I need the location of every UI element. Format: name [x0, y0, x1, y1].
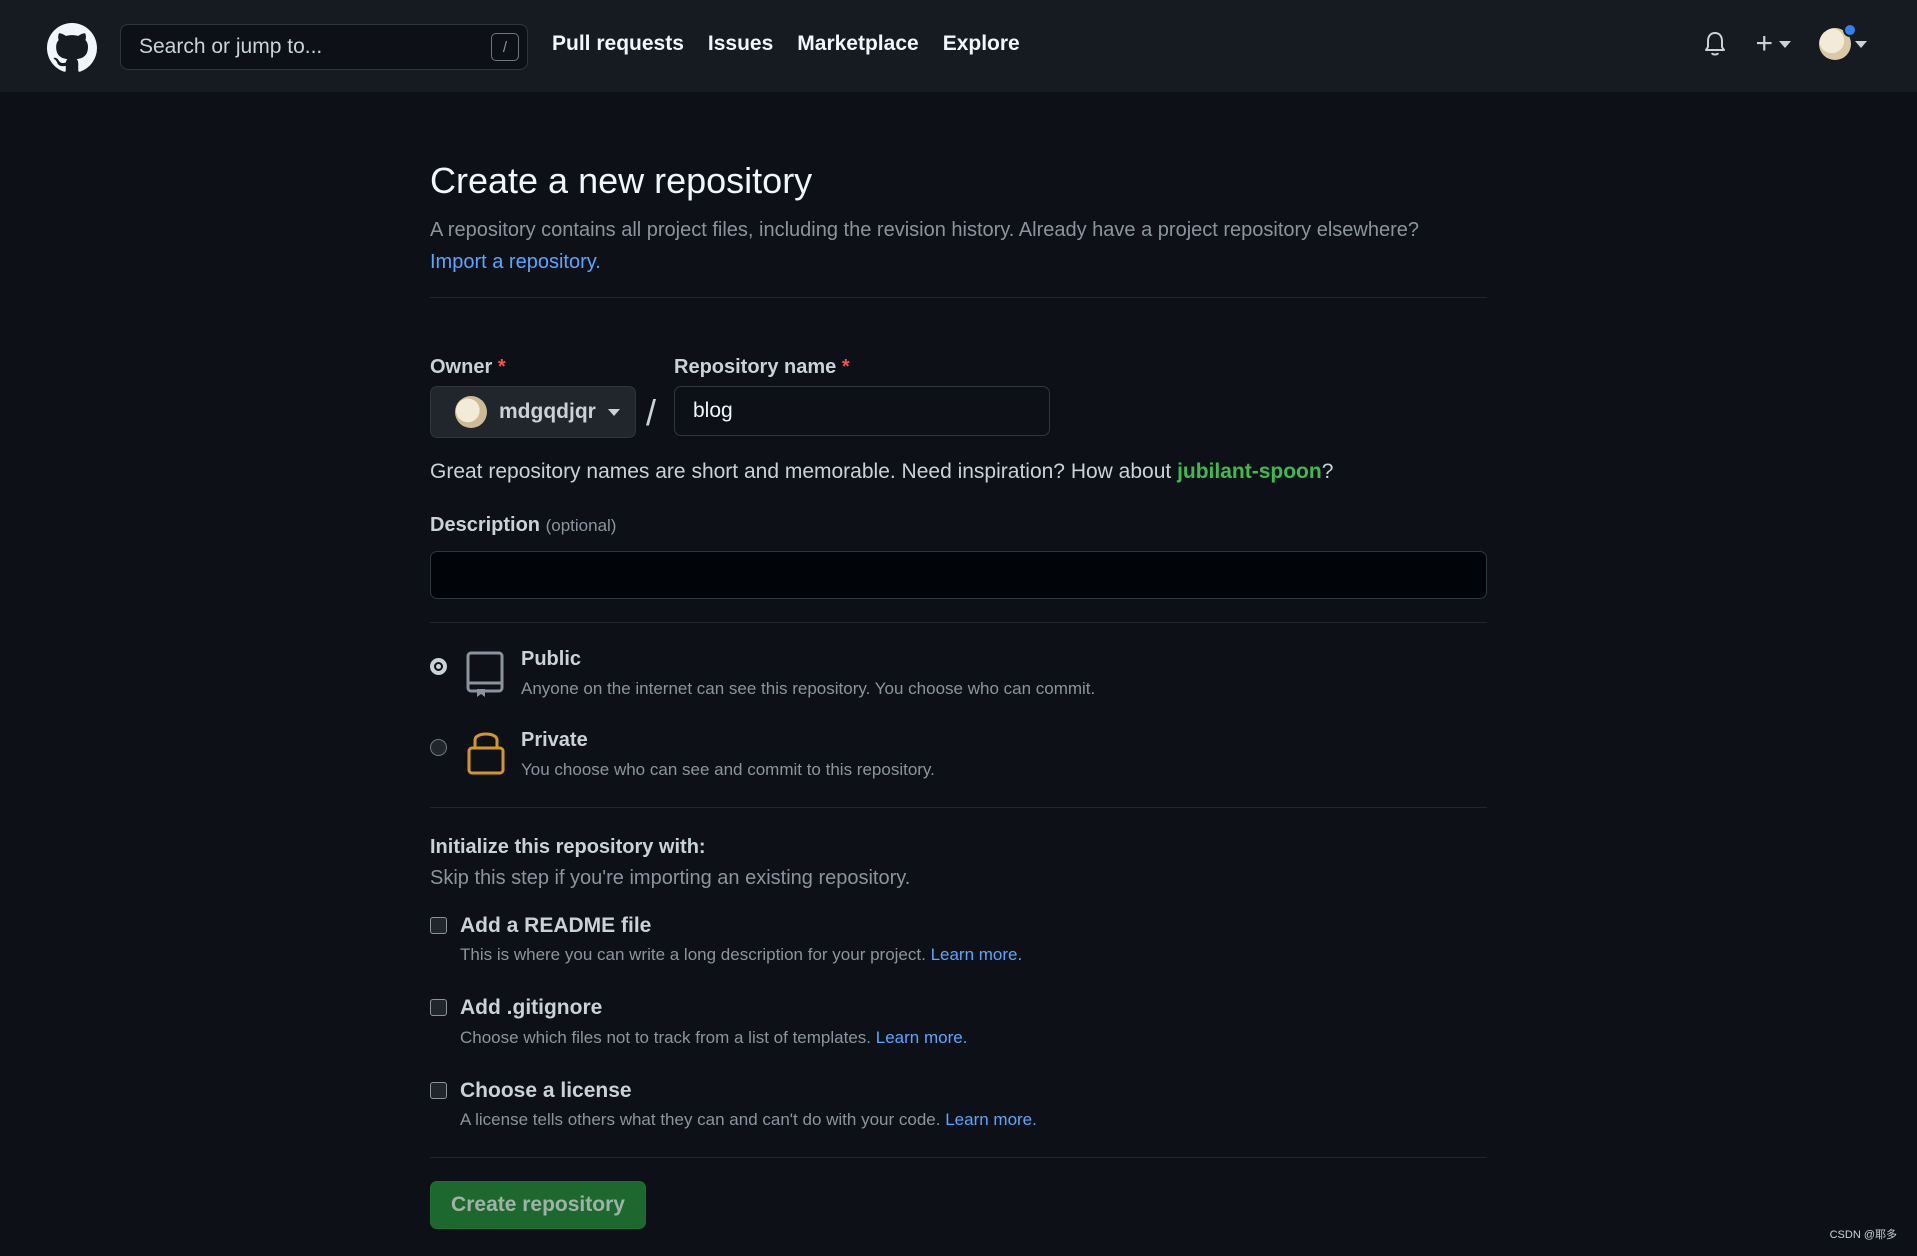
import-repository-link[interactable]: Import a repository. [430, 251, 601, 273]
chevron-down-icon [607, 408, 620, 416]
header-actions: + [1703, 23, 1867, 60]
readme-description: This is where you can write a long descr… [460, 945, 1023, 964]
nav-marketplace[interactable]: Marketplace [797, 32, 918, 56]
init-section-title: Initialize this repository with: [430, 836, 706, 858]
init-section-subtitle: Skip this step if you're importing an ex… [430, 867, 911, 889]
repo-name-label: Repository name * [674, 356, 850, 378]
top-nav-bar: Search or jump to... / Pull requests Iss… [0, 0, 1917, 92]
subtitle-text: A repository contains all project files,… [430, 219, 1420, 241]
chevron-down-icon [1779, 40, 1791, 48]
description-label: Description (optional) [430, 514, 617, 536]
private-title: Private [521, 729, 588, 751]
description-input[interactable] [430, 551, 1487, 599]
search-placeholder: Search or jump to... [139, 35, 323, 58]
owner-dropdown[interactable]: mdgqdjqr [430, 386, 636, 438]
owner-label: Owner * [430, 356, 506, 378]
github-logo-icon[interactable] [47, 23, 97, 73]
readme-title: Add a README file [460, 914, 652, 937]
repo-name-input[interactable] [674, 386, 1050, 436]
owner-name: mdgqdjqr [499, 400, 596, 423]
page-title: Create a new repository [430, 160, 813, 201]
repo-book-icon [466, 651, 504, 697]
user-menu[interactable] [1819, 23, 1867, 60]
chevron-down-icon [1855, 40, 1867, 48]
public-description: Anyone on the internet can see this repo… [521, 679, 1096, 698]
license-checkbox[interactable] [430, 1082, 447, 1099]
divider [430, 807, 1487, 808]
owner-repo-separator: / [646, 392, 657, 433]
public-title: Public [521, 648, 582, 670]
search-input[interactable]: Search or jump to... / [120, 24, 528, 70]
create-new-menu[interactable]: + [1755, 29, 1791, 59]
lock-icon [467, 732, 505, 775]
nav-explore[interactable]: Explore [943, 32, 1020, 56]
notifications-bell-icon[interactable] [1703, 30, 1727, 58]
divider [430, 622, 1487, 623]
page-subtitle: A repository contains all project files,… [430, 214, 1487, 278]
gitignore-description: Choose which files not to track from a l… [460, 1028, 968, 1047]
readme-checkbox[interactable] [430, 917, 447, 934]
gitignore-checkbox[interactable] [430, 999, 447, 1016]
license-description: A license tells others what they can and… [460, 1110, 1037, 1129]
plus-icon: + [1755, 27, 1773, 60]
private-radio[interactable] [430, 739, 447, 756]
license-learn-more-link[interactable]: Learn more. [945, 1110, 1037, 1129]
avatar [1819, 23, 1857, 60]
name-suggestion-hint: Great repository names are short and mem… [430, 460, 1334, 483]
suggested-name-link[interactable]: jubilant-spoon [1177, 460, 1322, 483]
public-radio[interactable] [430, 658, 447, 675]
gitignore-title: Add .gitignore [460, 996, 603, 1019]
create-repository-button[interactable]: Create repository [430, 1181, 646, 1229]
owner-avatar [455, 396, 487, 428]
nav-pull-requests[interactable]: Pull requests [552, 32, 684, 56]
owner-repo-row: Owner * Repository name * mdgqdjqr / [430, 356, 1487, 446]
primary-nav: Pull requests Issues Marketplace Explore [552, 32, 1020, 56]
divider [430, 297, 1487, 298]
nav-issues[interactable]: Issues [708, 32, 773, 56]
gitignore-learn-more-link[interactable]: Learn more. [876, 1028, 968, 1047]
notification-dot-icon [1843, 23, 1857, 37]
watermark: CSDN @耶多 [1829, 1229, 1897, 1241]
new-repo-form: Create a new repository A repository con… [430, 92, 1487, 1229]
readme-learn-more-link[interactable]: Learn more. [931, 945, 1023, 964]
search-shortcut-key: / [491, 33, 519, 61]
license-title: Choose a license [460, 1079, 632, 1102]
divider [430, 1157, 1487, 1158]
private-description: You choose who can see and commit to thi… [521, 760, 935, 779]
